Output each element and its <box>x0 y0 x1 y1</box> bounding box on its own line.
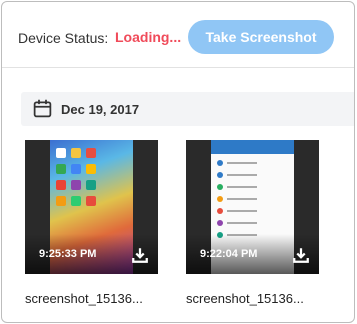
date-group-header: Dec 19, 2017 <box>21 92 354 126</box>
screenshot-thumbnail[interactable]: 9:25:33 PM <box>25 140 158 274</box>
screenshot-time: 9:22:04 PM <box>200 248 258 260</box>
calendar-icon <box>33 99 52 118</box>
status-bar: Device Status: Loading... Take Screensho… <box>2 2 354 68</box>
take-screenshot-button[interactable]: Take Screenshot <box>188 20 334 54</box>
device-panel: Device Status: Loading... Take Screensho… <box>1 1 355 323</box>
screenshot-filename[interactable]: screenshot_15136... <box>186 291 322 306</box>
download-icon[interactable] <box>131 246 149 264</box>
download-icon[interactable] <box>292 246 310 264</box>
device-status-label: Device Status: <box>18 30 109 46</box>
screenshot-thumbnail[interactable]: 9:22:04 PM <box>186 140 319 274</box>
screenshot-filename[interactable]: screenshot_15136... <box>25 291 161 306</box>
device-status-value: Loading... <box>115 29 182 45</box>
screenshot-time: 9:25:33 PM <box>39 248 97 260</box>
date-label: Dec 19, 2017 <box>61 102 140 117</box>
